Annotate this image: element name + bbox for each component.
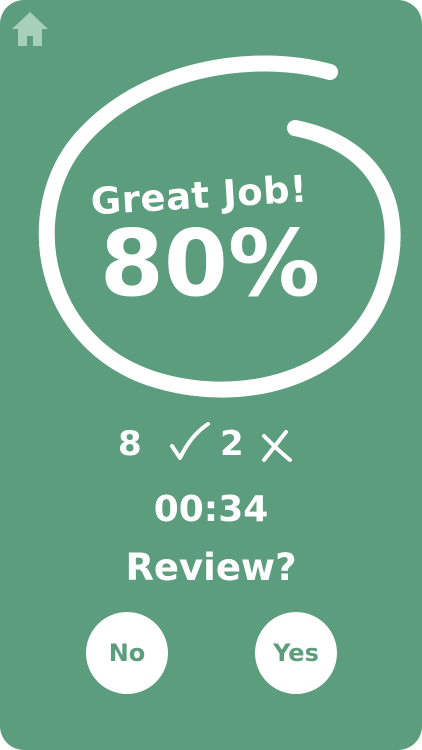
no-button[interactable]: No	[86, 612, 168, 694]
check-icon	[170, 422, 210, 460]
score-percent: 80%	[99, 210, 321, 317]
wrong-count: 2	[220, 424, 244, 464]
results-screen: Great Job! 80% 8 2 00:34 Review? No Yes	[0, 0, 422, 750]
cross-icon	[262, 430, 292, 462]
answer-tally: 8 2	[0, 420, 422, 468]
elapsed-time: 00:34	[153, 489, 269, 530]
review-prompt: Review?	[125, 546, 297, 589]
correct-count: 8	[118, 424, 142, 464]
yes-button[interactable]: Yes	[255, 612, 337, 694]
